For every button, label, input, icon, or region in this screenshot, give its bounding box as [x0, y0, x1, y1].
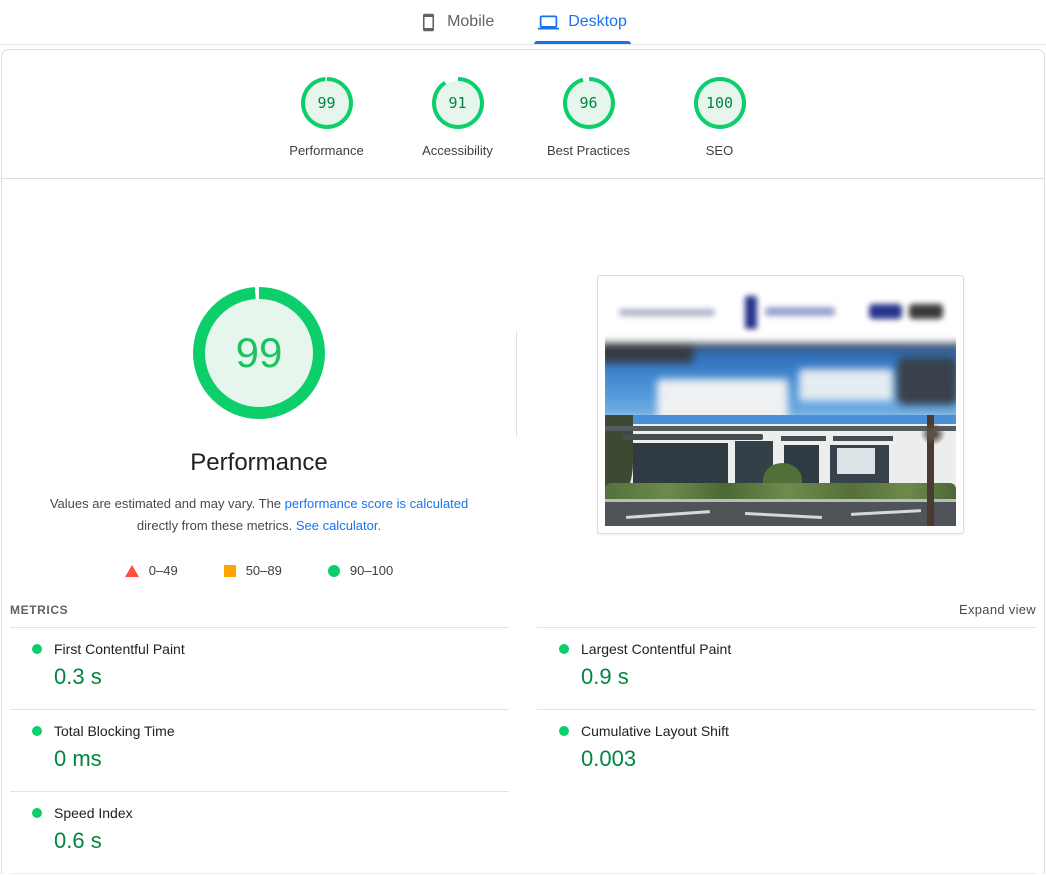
tab-mobile[interactable]: Mobile	[415, 0, 498, 44]
report-card: 99 Performance 91 Accessibility 96 Best …	[1, 49, 1045, 874]
metric-value: 0.3 s	[54, 664, 509, 690]
accessibility-score-ring: 91	[432, 77, 484, 129]
score-range-legend: 0–49 50–89 90–100	[2, 563, 516, 578]
metric-speed-index: Speed Index 0.6 s	[10, 791, 509, 873]
seo-score-ring: 100	[694, 77, 746, 129]
best-practices-score-value: 96	[579, 94, 597, 112]
metrics-heading: METRICS	[10, 603, 68, 617]
legend-pass: 90–100	[328, 563, 393, 578]
pass-dot-icon	[32, 726, 42, 736]
score-gauge-seo[interactable]: 100 SEO	[672, 77, 768, 158]
circle-icon	[328, 565, 340, 577]
device-tabbar: Mobile Desktop	[0, 0, 1046, 45]
pass-dot-icon	[32, 808, 42, 818]
disclaimer-text: directly from these metrics.	[137, 518, 296, 533]
metric-value: 0 ms	[54, 746, 509, 772]
best-practices-score-ring: 96	[563, 77, 615, 129]
metric-cumulative-layout-shift: Cumulative Layout Shift 0.003	[537, 709, 1036, 791]
score-calculation-link[interactable]: performance score is calculated	[285, 496, 469, 511]
seo-score-value: 100	[706, 94, 733, 112]
best-practices-score-label: Best Practices	[547, 143, 630, 158]
pass-dot-icon	[32, 644, 42, 654]
metric-name: Total Blocking Time	[54, 723, 175, 739]
metrics-section: METRICS Expand view First Contentful Pai…	[2, 589, 1044, 874]
performance-gauge-column: 99 Performance Values are estimated and …	[2, 179, 516, 589]
legend-average: 50–89	[224, 563, 282, 578]
score-gauge-accessibility[interactable]: 91 Accessibility	[410, 77, 506, 158]
pass-dot-icon	[559, 644, 569, 654]
performance-section: 99 Performance Values are estimated and …	[2, 179, 1044, 589]
performance-title: Performance	[2, 449, 516, 477]
metric-largest-contentful-paint: Largest Contentful Paint 0.9 s	[537, 627, 1036, 709]
metric-value: 0.003	[581, 746, 1036, 772]
pass-dot-icon	[559, 726, 569, 736]
score-disclaimer: Values are estimated and may vary. The p…	[45, 493, 473, 537]
legend-average-range: 50–89	[246, 563, 282, 578]
accessibility-score-label: Accessibility	[422, 143, 493, 158]
score-gauge-best-practices[interactable]: 96 Best Practices	[541, 77, 637, 158]
metric-value: 0.6 s	[54, 828, 509, 854]
page-screenshot-card	[597, 275, 964, 534]
category-score-summary: 99 Performance 91 Accessibility 96 Best …	[2, 50, 1044, 179]
performance-score-value: 99	[317, 94, 335, 112]
performance-main-score: 99	[236, 329, 283, 377]
screenshot-column	[517, 179, 1044, 589]
metric-first-contentful-paint: First Contentful Paint 0.3 s	[10, 627, 509, 709]
metric-name: Largest Contentful Paint	[581, 641, 731, 657]
performance-score-ring: 99	[301, 77, 353, 129]
metric-name: First Contentful Paint	[54, 641, 185, 657]
metric-name: Speed Index	[54, 805, 133, 821]
page-screenshot-thumbnail	[605, 283, 956, 526]
performance-main-gauge: 99	[193, 287, 325, 419]
laptop-icon	[538, 12, 559, 33]
thumb-hero-image	[605, 343, 956, 419]
accessibility-score-value: 91	[448, 94, 466, 112]
section-divider	[10, 873, 1036, 874]
pagespeed-report: Mobile Desktop 99 Performance 91 Accessi…	[0, 0, 1046, 875]
performance-score-label: Performance	[289, 143, 363, 158]
score-gauge-performance[interactable]: 99 Performance	[279, 77, 375, 158]
legend-fail-range: 0–49	[149, 563, 178, 578]
metric-total-blocking-time: Total Blocking Time 0 ms	[10, 709, 509, 791]
seo-score-label: SEO	[706, 143, 733, 158]
expand-view-button[interactable]: Expand view	[959, 602, 1036, 617]
disclaimer-text: Values are estimated and may vary. The	[50, 496, 285, 511]
tab-desktop-label: Desktop	[568, 13, 627, 31]
smartphone-icon	[419, 13, 438, 32]
metric-value: 0.9 s	[581, 664, 1036, 690]
see-calculator-link[interactable]: See calculator.	[296, 518, 381, 533]
thumb-building-photo	[605, 415, 956, 526]
triangle-icon	[125, 565, 139, 577]
tab-desktop[interactable]: Desktop	[534, 0, 631, 44]
metric-name: Cumulative Layout Shift	[581, 723, 729, 739]
legend-pass-range: 90–100	[350, 563, 393, 578]
thumb-site-header	[605, 283, 956, 347]
square-icon	[224, 565, 236, 577]
legend-fail: 0–49	[125, 563, 178, 578]
tab-mobile-label: Mobile	[447, 13, 494, 31]
metrics-grid: First Contentful Paint 0.3 s Largest Con…	[10, 627, 1036, 873]
metrics-header: METRICS Expand view	[10, 589, 1036, 627]
